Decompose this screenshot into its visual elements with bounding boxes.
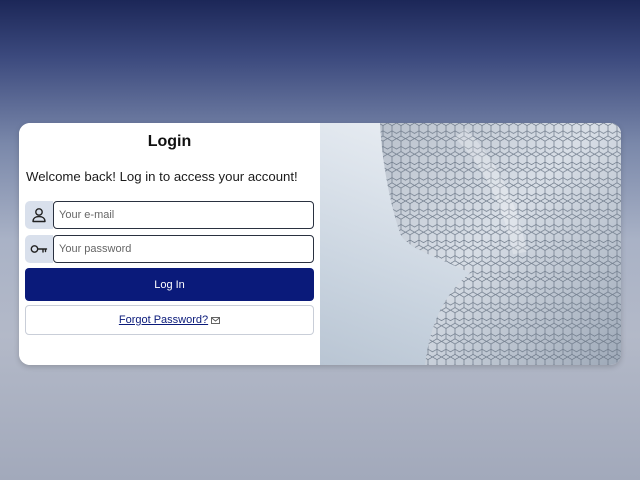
user-icon [25, 201, 53, 229]
forgot-password-link[interactable]: Forgot Password? [119, 314, 208, 326]
forgot-password-button[interactable]: Forgot Password? [25, 305, 314, 335]
building-image [320, 123, 621, 365]
password-input[interactable] [53, 235, 314, 263]
email-input[interactable] [53, 201, 314, 229]
password-field-group [25, 235, 314, 263]
login-title: Login [147, 133, 192, 150]
login-card: Login Welcome back! Log in to access you… [19, 123, 621, 365]
login-form-pane: Login Welcome back! Log in to access you… [19, 123, 320, 365]
envelope-icon [211, 311, 221, 329]
email-field-group [25, 201, 314, 229]
login-button[interactable]: Log In [25, 268, 314, 301]
welcome-message: Welcome back! Log in to access your acco… [26, 169, 298, 184]
key-icon [25, 235, 53, 263]
